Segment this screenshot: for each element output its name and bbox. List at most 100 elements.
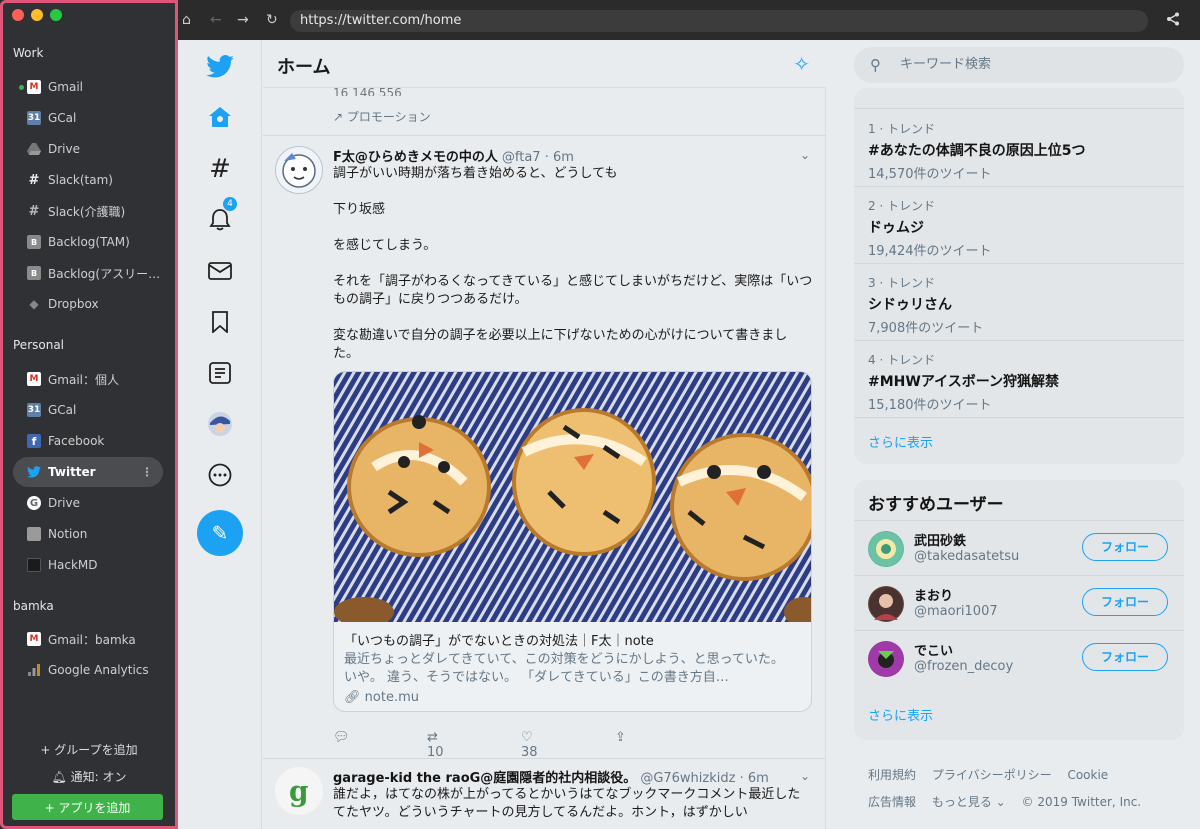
privacy-link[interactable]: プライバシーポリシー <box>932 768 1052 782</box>
tweet-paragraph: 変な勘違いで自分の調子を必要以上に下げないための心がけについて書きました。 <box>333 328 788 361</box>
sidebar-item-facebook[interactable]: f Facebook <box>13 426 163 456</box>
minimize-window-button[interactable] <box>31 9 43 21</box>
chevron-down-icon[interactable]: ⌄ <box>800 769 810 783</box>
add-app-button[interactable]: + アプリを追加 <box>12 794 163 820</box>
explore-hashtag-icon[interactable]: # <box>202 151 238 187</box>
card-link-text: note.mu <box>364 690 419 705</box>
home-nav-icon[interactable] <box>202 99 238 135</box>
sidebar-item-google-analytics[interactable]: Google Analytics <box>13 655 163 685</box>
trend-count: 19,424件のツイート <box>868 244 992 259</box>
cookie-link[interactable]: Cookie <box>1067 768 1108 782</box>
promoted-arrow-icon: ↗ <box>333 110 344 124</box>
sidebar-item-gcal[interactable]: 31 GCal <box>13 103 163 133</box>
sidebar-item-label: Backlog(アスリー… <box>48 266 161 281</box>
more-link[interactable]: もっと見る ⌄ <box>932 795 1006 809</box>
tweet-author[interactable]: F太@ひらめきメモの中の人 @fta7 · 6m <box>333 146 574 165</box>
forward-icon[interactable]: → <box>237 12 249 28</box>
sidebar-item-drive[interactable]: Drive <box>13 134 163 164</box>
terms-link[interactable]: 利用規約 <box>868 768 916 782</box>
trends-show-more-link[interactable]: さらに表示 <box>868 432 933 451</box>
avatar[interactable] <box>275 146 323 194</box>
document-icon <box>27 558 41 572</box>
sidebar-item-hackmd[interactable]: HackMD <box>13 550 163 580</box>
sidebar-item-gcal-personal[interactable]: 31 GCal <box>13 395 163 425</box>
suggested-user[interactable]: 武田砂鉄 @takedasatetsu フォロー <box>854 520 1184 575</box>
who-to-follow-panel: おすすめユーザー 武田砂鉄 @takedasatetsu フォロー まおり @m… <box>854 480 1184 740</box>
follow-button[interactable]: フォロー <box>1082 533 1168 561</box>
users-show-more-link[interactable]: さらに表示 <box>868 705 933 724</box>
avatar[interactable]: g <box>275 767 323 815</box>
suggested-user[interactable]: でこい @frozen_decoy フォロー <box>854 630 1184 685</box>
add-group-button[interactable]: + グループを追加 <box>3 741 175 758</box>
trend-name: #MHWアイスボーン狩猟解禁 <box>868 374 1060 390</box>
reply-button[interactable]: 💬︎ <box>333 730 427 760</box>
tweet-author[interactable]: garage-kid the raoG@庭園隠者的社内相談役。 @G76whizk… <box>333 767 769 786</box>
tweet-paragraph: 下り坂感 <box>333 202 386 217</box>
tweet-paragraph: それを「調子がわるくなってきている」と感じてしまいがちだけど、実際は「いつもの調… <box>333 274 813 307</box>
share-tweet-button[interactable]: ⇪ <box>615 730 709 760</box>
messages-mail-icon[interactable] <box>202 253 238 289</box>
trend-item[interactable]: 1 · トレンド #あなたの体調不良の原因上位5つ 14,570件のツイート <box>854 110 1184 187</box>
lists-icon[interactable] <box>202 355 238 391</box>
twitter-logo-icon[interactable] <box>202 48 238 84</box>
url-bar[interactable]: https://twitter.com/home <box>290 10 1148 32</box>
like-button[interactable]: ♡ 38 <box>521 730 615 760</box>
close-window-button[interactable] <box>12 9 24 21</box>
trend-item[interactable]: 3 · トレンド シドゥリさん 7,908件のツイート <box>854 264 1184 341</box>
sidebar-item-drive-personal[interactable]: G Drive <box>13 488 163 518</box>
notifications-bell-icon[interactable]: 4 <box>202 197 238 238</box>
profile-avatar-icon[interactable] <box>202 406 238 442</box>
follow-button[interactable]: フォロー <box>1082 588 1168 616</box>
user-name: まおり <box>914 589 954 604</box>
group-title-personal: Personal <box>13 338 65 352</box>
sidebar-item-twitter[interactable]: Twitter ⋮ <box>13 457 163 487</box>
sidebar-item-label: GCal <box>48 111 77 125</box>
more-menu-icon[interactable] <box>202 457 238 493</box>
follow-button[interactable]: フォロー <box>1082 643 1168 671</box>
sidebar-item-label: Gmail <box>48 80 84 94</box>
trend-item[interactable]: 4 · トレンド #MHWアイスボーン狩猟解禁 15,180件のツイート <box>854 341 1184 418</box>
twitter-icon <box>27 465 41 479</box>
link-card[interactable]: 「いつもの調子」がでないときの対処法｜F太｜note 最近ちょっとダレてきていて… <box>333 371 812 712</box>
sidebar-item-gmail-bamka[interactable]: M Gmail：bamka <box>13 624 163 654</box>
zoom-window-button[interactable] <box>50 9 62 21</box>
sidebar-item-slack-tam[interactable]: # Slack(tam) <box>13 165 163 195</box>
facebook-icon: f <box>27 434 41 448</box>
back-icon[interactable]: ← <box>210 12 222 28</box>
sidebar-item-label: Twitter <box>48 465 96 479</box>
ads-info-link[interactable]: 広告情報 <box>868 795 916 809</box>
app-window: Work M Gmail 31 GCal Drive # Slack(tam) … <box>0 0 1200 829</box>
suggested-user[interactable]: まおり @maori1007 フォロー <box>854 575 1184 630</box>
sidebar-item-label: Slack(介護職) <box>48 204 126 219</box>
slack-icon: # <box>28 203 40 219</box>
tweet-text: 誰だよ，はてなの株が上がってるとかいうはてなブックマークコメント最近したてたヤツ… <box>333 787 801 820</box>
tweet-paragraph: 調子がいい時期が落ち着き始めると、どうしても <box>333 166 618 181</box>
sidebar-item-backlog-athlete[interactable]: B Backlog(アスリー… <box>13 258 163 288</box>
home-icon[interactable]: ⌂ <box>182 12 191 28</box>
compose-tweet-button[interactable]: ✎ <box>197 510 243 556</box>
more-options-icon[interactable]: ⋮ <box>141 465 153 479</box>
bookmark-icon[interactable] <box>202 304 238 340</box>
tweet-actions: 💬︎ ⇄ 10 ♡ 38 ⇪ <box>333 730 709 760</box>
retweet-button[interactable]: ⇄ 10 <box>427 730 521 760</box>
sidebar-item-backlog-tam[interactable]: B Backlog(TAM) <box>13 227 163 257</box>
reload-icon[interactable]: ↻ <box>266 12 278 28</box>
footer-links-row1: 利用規約 プライバシーポリシー Cookie <box>868 766 1120 783</box>
divider <box>263 758 826 759</box>
top-tweets-sparkle-icon[interactable]: ✧ <box>793 52 810 76</box>
sidebar-item-notion[interactable]: Notion <box>13 519 163 549</box>
notification-toggle[interactable]: 🔔︎ 通知: オン <box>3 768 175 785</box>
gmail-icon: M <box>27 80 41 94</box>
sidebar-item-gmail[interactable]: M Gmail <box>13 72 163 102</box>
search-input[interactable]: ⚲ キーワード検索 <box>854 47 1184 83</box>
trend-name: シドゥリさん <box>868 297 952 313</box>
trend-name: ドゥムジ <box>868 220 924 236</box>
sidebar-item-dropbox[interactable]: ◆ Dropbox <box>13 289 163 319</box>
share-icon[interactable] <box>1166 12 1180 30</box>
sidebar-item-slack-kaigo[interactable]: # Slack(介護職) <box>13 196 163 226</box>
sidebar-item-gmail-personal[interactable]: M Gmail：個人 <box>13 364 163 394</box>
chevron-down-icon[interactable]: ⌄ <box>800 148 810 162</box>
author-handle: @fta7 · 6m <box>501 150 574 165</box>
trend-item[interactable]: 2 · トレンド ドゥムジ 19,424件のツイート <box>854 187 1184 264</box>
copyright: © 2019 Twitter, Inc. <box>1021 795 1142 809</box>
